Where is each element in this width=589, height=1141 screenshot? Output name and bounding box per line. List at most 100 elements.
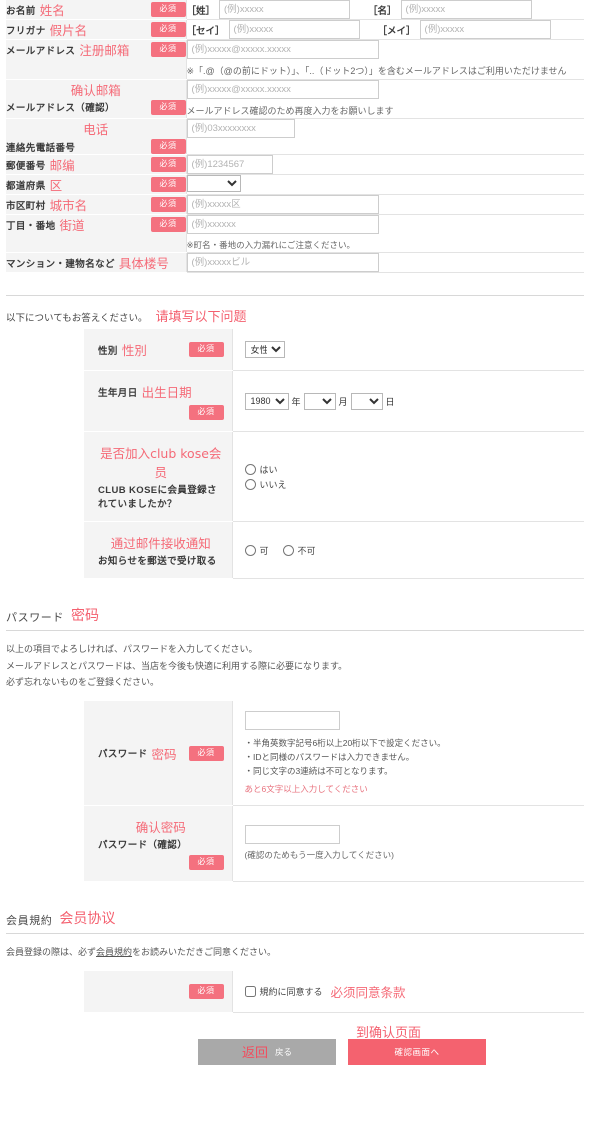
field-label-jp: パスワード（確認） [98, 840, 188, 852]
password-confirm-input[interactable] [244, 825, 340, 845]
field-label-name: お名前 姓名 必須 [6, 0, 186, 20]
prefecture-select[interactable] [186, 175, 241, 192]
list-item: ・IDと同様のパスワードは入力できません。 [244, 752, 415, 763]
terms-section-header: 会員規約 会员协议 [6, 908, 584, 935]
street-input[interactable] [186, 215, 379, 234]
table-row: 是否加入club kose会员 CLUB KOSEに会員登録さ れていましたか？… [84, 431, 584, 523]
field-label-gender: 性別 性別 必須 [84, 329, 232, 372]
action-buttons: 到确认页面 返回 戻る 確認画面へ [198, 1026, 589, 1065]
field-label-email-confirm: 确认邮箱 メールアドレス（確認） 必須 [6, 79, 186, 119]
password-lead-line1: 以上の項目でよろしければ、パスワードを入力してください。 [6, 644, 258, 655]
terms-link[interactable]: 会員規約 [96, 947, 132, 957]
field-value-city [185, 194, 584, 215]
list-item: ・同じ文字の3連続は不可となります。 [244, 766, 393, 777]
back-button[interactable]: 返回 戻る [198, 1038, 336, 1065]
password-header-cn: 密码 [71, 608, 99, 625]
club-kose-option-no[interactable]: いいえ [244, 478, 577, 491]
password-header-jp: パスワード [6, 612, 64, 625]
last-name-input[interactable] [219, 0, 351, 19]
first-name-kana-input[interactable] [419, 20, 551, 39]
field-annotation-cn: 性別 [121, 343, 147, 359]
last-name-kana-input[interactable] [228, 20, 360, 39]
mei-bracket-label: ［名］ [368, 5, 397, 17]
terms-agree-annotation-cn: 必须同意条款 [330, 984, 406, 1000]
field-value-furigana: ［セイ］ ［メイ］ [185, 19, 584, 40]
table-row: パスワード 密码 必須 ・半角英数字記号6桁以上20桁以下で設定ください。 ・I… [84, 701, 584, 807]
terms-agree-checkbox[interactable] [244, 985, 256, 997]
field-value-mail-notice: 可 不可 [231, 521, 584, 580]
birth-month-unit: 月 [338, 396, 348, 407]
field-annotation-cn: 邮编 [49, 158, 75, 173]
field-annotation-cn-above: 确认邮箱 [70, 82, 121, 98]
table-row: 确认密码 パスワード（確認） 必須 (確認のためもう一度入力してください) [84, 805, 584, 883]
required-badge: 必須 [150, 217, 186, 232]
table-row: 电话 連絡先電話番号 必須 [6, 118, 584, 155]
required-badge: 必須 [150, 2, 186, 17]
field-label-jp: 連絡先電話番号 [6, 142, 76, 154]
sei-bracket-label: ［姓］ [186, 5, 216, 17]
field-label-city: 市区町村 城市名 必須 [6, 194, 186, 215]
field-label-terms-agree: 必須 [84, 970, 232, 1013]
club-kose-radio-no-label: いいえ [259, 479, 287, 490]
birth-day-select[interactable] [350, 392, 383, 410]
club-kose-label-line2: れていましたか？ [98, 499, 177, 511]
questions-intro: 以下についてもお答えください。 请填写以下问题 [6, 306, 589, 325]
field-label-street: 丁目・番地 街道 必須 [6, 214, 186, 254]
field-label-jp: 性別 [98, 345, 118, 357]
field-value-password: ・半角英数字記号6桁以上20桁以下で設定ください。 ・IDと同様のパスワードは入… [231, 701, 584, 807]
terms-agree-label: 規約に同意する [259, 986, 323, 997]
field-value-club-kose: はい いいえ [231, 431, 584, 523]
back-button-label: 戻る [275, 1046, 293, 1057]
telephone-input[interactable] [186, 119, 295, 138]
club-kose-label-line1: CLUB KOSEに会員登録さ [98, 485, 217, 497]
password-form-table: パスワード 密码 必須 ・半角英数字記号6桁以上20桁以下で設定ください。 ・I… [84, 701, 584, 883]
mail-notice-option-no[interactable]: 不可 [282, 544, 316, 557]
mail-notice-radio-no[interactable] [282, 545, 294, 557]
field-label-jp: 郵便番号 [6, 160, 46, 172]
email-input[interactable] [186, 40, 379, 59]
field-label-jp: パスワード [98, 749, 148, 761]
field-label-jp: 市区町村 [6, 200, 46, 212]
password-lead-text: 以上の項目でよろしければ、パスワードを入力してください。 メールアドレスとパスワ… [6, 641, 584, 691]
postal-code-input[interactable] [186, 155, 273, 174]
club-kose-radio-no[interactable] [244, 478, 256, 490]
table-row: お名前 姓名 必須 ［姓］ ［名］ [6, 0, 584, 20]
terms-agree-row[interactable]: 規約に同意する 必须同意条款 [244, 982, 577, 1001]
city-input[interactable] [186, 195, 379, 214]
field-value-email-confirm: メールアドレス確認のため再度入力をお願いします [185, 79, 584, 119]
field-label-email: メールアドレス 注册邮箱 必須 [6, 39, 186, 80]
field-label-club-kose: 是否加入club kose会员 CLUB KOSEに会員登録さ れていましたか？ [84, 431, 232, 523]
password-section: パスワード 密码 以上の項目でよろしければ、パスワードを入力してください。 メー… [6, 605, 584, 691]
password-input[interactable] [244, 711, 340, 731]
field-annotation-cn: 街道 [59, 218, 85, 233]
field-value-password-confirm: (確認のためもう一度入力してください) [231, 805, 584, 883]
building-input[interactable] [186, 253, 379, 273]
profile-form-table: お名前 姓名 必須 ［姓］ ［名］ [6, 0, 584, 274]
table-row: 确认邮箱 メールアドレス（確認） 必須 メールアドレス確認のため再度入力をお願い… [6, 79, 584, 119]
field-annotation-cn-above: 确认密码 [135, 820, 186, 836]
required-badge: 必須 [150, 22, 186, 37]
email-confirm-input[interactable] [186, 79, 379, 99]
sei-kana-bracket-label: ［セイ］ [186, 25, 225, 37]
terms-form-table: 必須 規約に同意する 必须同意条款 [84, 970, 584, 1013]
confirm-button-label: 確認画面へ [394, 1046, 440, 1057]
birth-year-select[interactable]: 1980 [244, 392, 289, 410]
field-label-jp: 生年月日 [98, 387, 138, 399]
terms-header-cn: 会员协议 [59, 911, 116, 928]
required-badge: 必須 [188, 745, 224, 761]
terms-section: 会員規約 会员协议 会員登録の際は、必ず会員規約をお読みいただきご同意ください。 [6, 908, 584, 961]
first-name-input[interactable] [400, 0, 532, 19]
street-note: ※町名・番地の入力漏れにご注意ください。 [186, 240, 355, 250]
birth-month-select[interactable] [303, 392, 336, 410]
mail-notice-option-ok[interactable]: 可 [244, 544, 269, 557]
gender-select[interactable]: 女性 [244, 341, 285, 359]
field-label-jp: メールアドレス [6, 45, 76, 57]
field-annotation-cn: 出生日期 [141, 385, 192, 401]
confirm-button[interactable]: 確認画面へ [348, 1038, 486, 1065]
field-annotation-cn: 注册邮箱 [79, 43, 130, 58]
field-label-jp: マンション・建物名など [6, 258, 115, 270]
club-kose-radio-yes[interactable] [244, 463, 256, 475]
table-row: 生年月日 出生日期 必須 1980 年 月 日 [84, 370, 584, 433]
club-kose-option-yes[interactable]: はい [244, 463, 577, 476]
mail-notice-radio-ok[interactable] [244, 544, 256, 556]
